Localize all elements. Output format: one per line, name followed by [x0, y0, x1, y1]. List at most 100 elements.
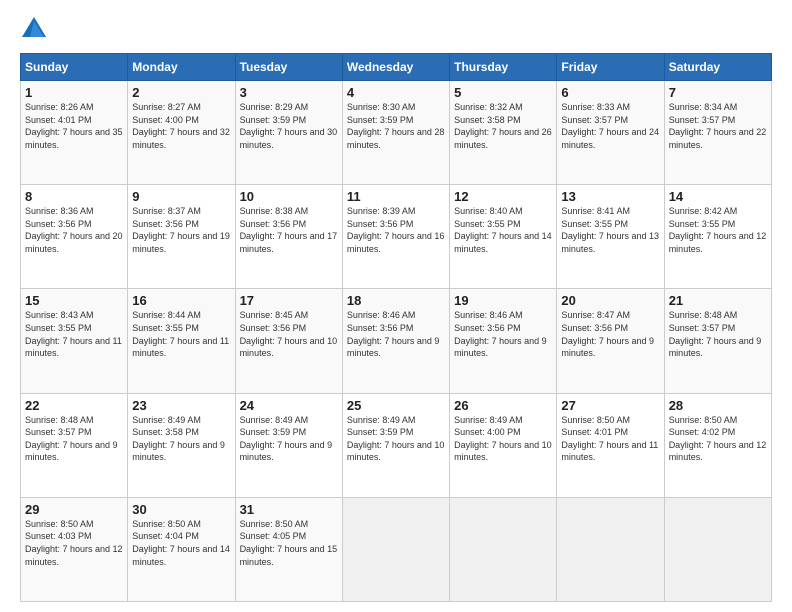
day-cell [342, 497, 449, 601]
day-cell: 19Sunrise: 8:46 AMSunset: 3:56 PMDayligh… [450, 289, 557, 393]
day-cell: 23Sunrise: 8:49 AMSunset: 3:58 PMDayligh… [128, 393, 235, 497]
day-info: Sunrise: 8:27 AMSunset: 4:00 PMDaylight:… [132, 101, 230, 151]
day-cell: 9Sunrise: 8:37 AMSunset: 3:56 PMDaylight… [128, 185, 235, 289]
day-cell: 6Sunrise: 8:33 AMSunset: 3:57 PMDaylight… [557, 81, 664, 185]
day-number: 11 [347, 189, 445, 204]
day-number: 20 [561, 293, 659, 308]
day-number: 14 [669, 189, 767, 204]
day-number: 5 [454, 85, 552, 100]
day-cell: 16Sunrise: 8:44 AMSunset: 3:55 PMDayligh… [128, 289, 235, 393]
logo [20, 15, 52, 43]
weekday-header-sunday: Sunday [21, 54, 128, 81]
day-info: Sunrise: 8:48 AMSunset: 3:57 PMDaylight:… [25, 414, 123, 464]
day-info: Sunrise: 8:50 AMSunset: 4:02 PMDaylight:… [669, 414, 767, 464]
day-cell: 24Sunrise: 8:49 AMSunset: 3:59 PMDayligh… [235, 393, 342, 497]
weekday-header-saturday: Saturday [664, 54, 771, 81]
day-info: Sunrise: 8:46 AMSunset: 3:56 PMDaylight:… [347, 309, 445, 359]
day-info: Sunrise: 8:49 AMSunset: 3:59 PMDaylight:… [347, 414, 445, 464]
day-cell [557, 497, 664, 601]
day-number: 23 [132, 398, 230, 413]
day-cell: 3Sunrise: 8:29 AMSunset: 3:59 PMDaylight… [235, 81, 342, 185]
week-row-5: 29Sunrise: 8:50 AMSunset: 4:03 PMDayligh… [21, 497, 772, 601]
day-cell: 20Sunrise: 8:47 AMSunset: 3:56 PMDayligh… [557, 289, 664, 393]
day-cell: 11Sunrise: 8:39 AMSunset: 3:56 PMDayligh… [342, 185, 449, 289]
day-cell: 25Sunrise: 8:49 AMSunset: 3:59 PMDayligh… [342, 393, 449, 497]
day-info: Sunrise: 8:32 AMSunset: 3:58 PMDaylight:… [454, 101, 552, 151]
week-row-2: 8Sunrise: 8:36 AMSunset: 3:56 PMDaylight… [21, 185, 772, 289]
day-info: Sunrise: 8:42 AMSunset: 3:55 PMDaylight:… [669, 205, 767, 255]
day-number: 7 [669, 85, 767, 100]
day-info: Sunrise: 8:49 AMSunset: 3:59 PMDaylight:… [240, 414, 338, 464]
weekday-header-wednesday: Wednesday [342, 54, 449, 81]
weekday-row: SundayMondayTuesdayWednesdayThursdayFrid… [21, 54, 772, 81]
day-cell: 22Sunrise: 8:48 AMSunset: 3:57 PMDayligh… [21, 393, 128, 497]
day-cell: 18Sunrise: 8:46 AMSunset: 3:56 PMDayligh… [342, 289, 449, 393]
day-cell [450, 497, 557, 601]
day-number: 3 [240, 85, 338, 100]
day-info: Sunrise: 8:40 AMSunset: 3:55 PMDaylight:… [454, 205, 552, 255]
day-cell: 27Sunrise: 8:50 AMSunset: 4:01 PMDayligh… [557, 393, 664, 497]
logo-icon [20, 15, 48, 43]
day-cell: 4Sunrise: 8:30 AMSunset: 3:59 PMDaylight… [342, 81, 449, 185]
day-info: Sunrise: 8:50 AMSunset: 4:04 PMDaylight:… [132, 518, 230, 568]
day-cell: 14Sunrise: 8:42 AMSunset: 3:55 PMDayligh… [664, 185, 771, 289]
day-info: Sunrise: 8:50 AMSunset: 4:01 PMDaylight:… [561, 414, 659, 464]
day-number: 19 [454, 293, 552, 308]
day-info: Sunrise: 8:29 AMSunset: 3:59 PMDaylight:… [240, 101, 338, 151]
day-number: 1 [25, 85, 123, 100]
day-number: 27 [561, 398, 659, 413]
day-cell: 7Sunrise: 8:34 AMSunset: 3:57 PMDaylight… [664, 81, 771, 185]
day-cell: 21Sunrise: 8:48 AMSunset: 3:57 PMDayligh… [664, 289, 771, 393]
day-cell: 13Sunrise: 8:41 AMSunset: 3:55 PMDayligh… [557, 185, 664, 289]
day-cell: 26Sunrise: 8:49 AMSunset: 4:00 PMDayligh… [450, 393, 557, 497]
week-row-3: 15Sunrise: 8:43 AMSunset: 3:55 PMDayligh… [21, 289, 772, 393]
day-number: 31 [240, 502, 338, 517]
day-number: 25 [347, 398, 445, 413]
day-cell: 5Sunrise: 8:32 AMSunset: 3:58 PMDaylight… [450, 81, 557, 185]
day-info: Sunrise: 8:43 AMSunset: 3:55 PMDaylight:… [25, 309, 123, 359]
calendar: SundayMondayTuesdayWednesdayThursdayFrid… [20, 53, 772, 602]
day-info: Sunrise: 8:46 AMSunset: 3:56 PMDaylight:… [454, 309, 552, 359]
day-info: Sunrise: 8:41 AMSunset: 3:55 PMDaylight:… [561, 205, 659, 255]
weekday-header-thursday: Thursday [450, 54, 557, 81]
day-number: 21 [669, 293, 767, 308]
week-row-4: 22Sunrise: 8:48 AMSunset: 3:57 PMDayligh… [21, 393, 772, 497]
day-info: Sunrise: 8:45 AMSunset: 3:56 PMDaylight:… [240, 309, 338, 359]
day-info: Sunrise: 8:26 AMSunset: 4:01 PMDaylight:… [25, 101, 123, 151]
day-number: 15 [25, 293, 123, 308]
day-number: 8 [25, 189, 123, 204]
day-number: 4 [347, 85, 445, 100]
day-number: 10 [240, 189, 338, 204]
day-info: Sunrise: 8:48 AMSunset: 3:57 PMDaylight:… [669, 309, 767, 359]
day-info: Sunrise: 8:30 AMSunset: 3:59 PMDaylight:… [347, 101, 445, 151]
day-info: Sunrise: 8:34 AMSunset: 3:57 PMDaylight:… [669, 101, 767, 151]
day-number: 9 [132, 189, 230, 204]
day-cell: 10Sunrise: 8:38 AMSunset: 3:56 PMDayligh… [235, 185, 342, 289]
day-cell: 31Sunrise: 8:50 AMSunset: 4:05 PMDayligh… [235, 497, 342, 601]
day-cell: 2Sunrise: 8:27 AMSunset: 4:00 PMDaylight… [128, 81, 235, 185]
day-number: 29 [25, 502, 123, 517]
weekday-header-tuesday: Tuesday [235, 54, 342, 81]
day-number: 13 [561, 189, 659, 204]
page: SundayMondayTuesdayWednesdayThursdayFrid… [0, 0, 792, 612]
day-cell: 29Sunrise: 8:50 AMSunset: 4:03 PMDayligh… [21, 497, 128, 601]
day-info: Sunrise: 8:37 AMSunset: 3:56 PMDaylight:… [132, 205, 230, 255]
day-number: 6 [561, 85, 659, 100]
day-info: Sunrise: 8:36 AMSunset: 3:56 PMDaylight:… [25, 205, 123, 255]
day-cell: 30Sunrise: 8:50 AMSunset: 4:04 PMDayligh… [128, 497, 235, 601]
day-cell: 1Sunrise: 8:26 AMSunset: 4:01 PMDaylight… [21, 81, 128, 185]
day-cell: 17Sunrise: 8:45 AMSunset: 3:56 PMDayligh… [235, 289, 342, 393]
day-number: 22 [25, 398, 123, 413]
day-number: 17 [240, 293, 338, 308]
day-number: 16 [132, 293, 230, 308]
calendar-header: SundayMondayTuesdayWednesdayThursdayFrid… [21, 54, 772, 81]
day-number: 24 [240, 398, 338, 413]
day-number: 18 [347, 293, 445, 308]
day-number: 2 [132, 85, 230, 100]
day-cell: 15Sunrise: 8:43 AMSunset: 3:55 PMDayligh… [21, 289, 128, 393]
weekday-header-monday: Monday [128, 54, 235, 81]
day-info: Sunrise: 8:49 AMSunset: 3:58 PMDaylight:… [132, 414, 230, 464]
day-number: 26 [454, 398, 552, 413]
day-cell: 12Sunrise: 8:40 AMSunset: 3:55 PMDayligh… [450, 185, 557, 289]
day-cell [664, 497, 771, 601]
